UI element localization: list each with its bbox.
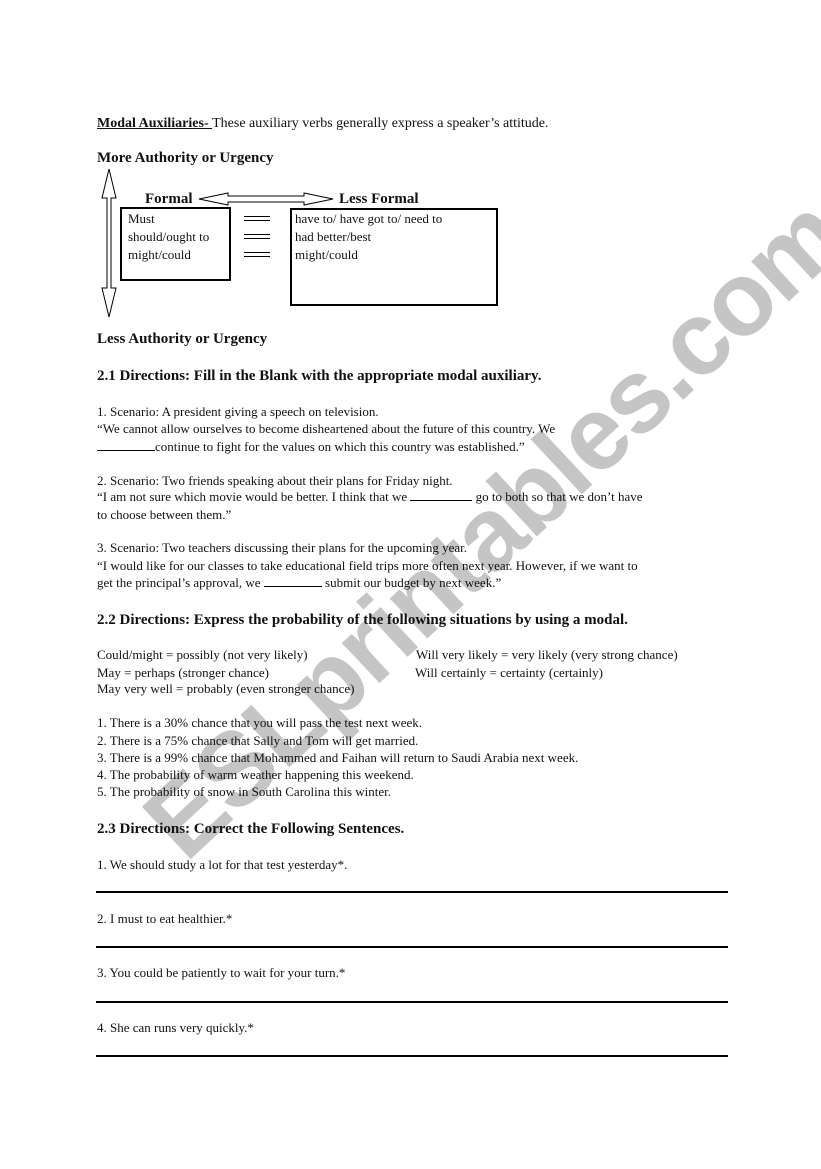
scenario-2-line2: to choose between them.”	[97, 507, 232, 522]
answer-line[interactable]	[96, 891, 728, 893]
intro-line: Modal Auxiliaries- These auxiliary verbs…	[97, 115, 549, 132]
less-formal-label: Less Formal	[339, 191, 419, 207]
correction-item: 2. I must to eat healthier.*	[97, 911, 233, 926]
intro-title: Modal Auxiliaries-	[97, 116, 213, 131]
scenario-1-line2: continue to fight for the values on whic…	[97, 438, 525, 455]
answer-line[interactable]	[96, 946, 728, 948]
scenario-2-text-after: go to both so that we don’t have	[472, 489, 643, 504]
section-2-2-heading: 2.2 Directions: Express the probability …	[97, 612, 628, 628]
scenario-3-line2: get the principal’s approval, we submit …	[97, 574, 501, 591]
vertical-double-arrow-icon	[101, 168, 117, 318]
less-formal-item: had better/best	[295, 229, 372, 244]
correction-item: 4. She can runs very quickly.*	[97, 1020, 254, 1035]
scenario-1-title: 1. Scenario: A president giving a speech…	[97, 404, 379, 419]
probability-item: 2. There is a 75% chance that Sally and …	[97, 733, 419, 748]
correction-item: 3. You could be patiently to wait for yo…	[97, 965, 346, 980]
scenario-1-line1: “We cannot allow ourselves to become dis…	[97, 421, 556, 436]
fill-blank[interactable]	[97, 438, 155, 451]
scenario-3-line1: “I would like for our classes to take ed…	[97, 558, 638, 573]
correction-item: 1. We should study a lot for that test y…	[97, 857, 348, 872]
key-left-item: Could/might = possibly (not very likely)	[97, 647, 308, 662]
formal-item: should/ought to	[128, 229, 210, 244]
probability-item: 5. The probability of snow in South Caro…	[97, 784, 392, 799]
more-authority-label: More Authority or Urgency	[97, 150, 274, 166]
key-right-item: Will very likely = very likely (very str…	[416, 647, 678, 662]
probability-item: 1. There is a 30% chance that you will p…	[97, 715, 423, 730]
scenario-3-title: 3. Scenario: Two teachers discussing the…	[97, 540, 467, 555]
probability-item: 4. The probability of warm weather happe…	[97, 767, 414, 782]
intro-description: These auxiliary verbs generally express …	[212, 116, 549, 131]
equals-icon	[244, 252, 270, 257]
key-left-item: May very well = probably (even stronger …	[97, 681, 355, 696]
less-formal-item: might/could	[295, 247, 358, 262]
fill-blank[interactable]	[410, 488, 473, 501]
scenario-2-text-before: “I am not sure which movie would be bett…	[97, 489, 411, 504]
less-authority-label: Less Authority or Urgency	[97, 331, 268, 347]
scenario-2-line1: “I am not sure which movie would be bett…	[97, 488, 643, 505]
fill-blank[interactable]	[263, 574, 322, 587]
key-left-item: May = perhaps (stronger chance)	[97, 665, 269, 680]
formal-item: Must	[128, 211, 155, 226]
section-2-3-heading: 2.3 Directions: Correct the Following Se…	[97, 821, 405, 837]
formal-item: might/could	[128, 247, 191, 262]
answer-line[interactable]	[96, 1001, 728, 1003]
horizontal-double-arrow-icon	[198, 192, 334, 206]
scenario-3-text-before: get the principal’s approval, we	[97, 575, 264, 590]
key-right-item: Will certainly = certainty (certainly)	[415, 665, 603, 680]
scenario-3-text-after: submit our budget by next week.”	[321, 575, 502, 590]
probability-item: 3. There is a 99% chance that Mohammed a…	[97, 750, 579, 765]
scenario-1-line2-text: continue to fight for the values on whic…	[155, 439, 525, 454]
answer-line[interactable]	[96, 1055, 728, 1057]
equals-icon	[244, 234, 270, 239]
less-formal-item: have to/ have got to/ need to	[295, 211, 443, 226]
formal-label: Formal	[145, 191, 193, 207]
section-2-1-heading: 2.1 Directions: Fill in the Blank with t…	[97, 368, 542, 384]
scenario-2-title: 2. Scenario: Two friends speaking about …	[97, 473, 453, 488]
equals-icon	[244, 216, 270, 221]
